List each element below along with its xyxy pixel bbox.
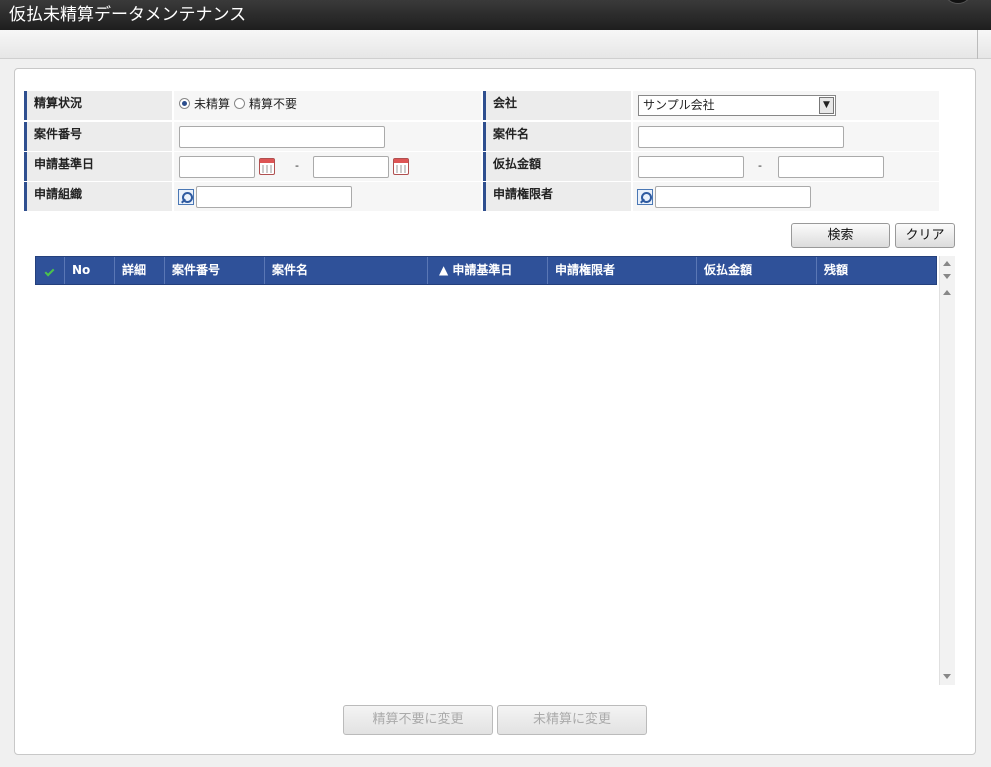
- application-authority-label: 申請権限者: [483, 182, 631, 211]
- application-org-cell: [174, 182, 481, 211]
- col-advance-amount[interactable]: 仮払金額: [697, 257, 817, 284]
- col-case-name[interactable]: 案件名: [265, 257, 428, 284]
- settlement-status-label: 精算状況: [24, 91, 172, 120]
- application-date-from-input[interactable]: [179, 156, 255, 178]
- grid-body: [35, 285, 937, 685]
- settlement-status-radios: 未精算 精算不要: [179, 95, 301, 112]
- scroll-up-icon[interactable]: [943, 261, 951, 266]
- col-case-number[interactable]: 案件番号: [165, 257, 265, 284]
- scroll-down-icon[interactable]: [943, 674, 951, 679]
- application-authority-input[interactable]: [655, 186, 811, 208]
- toolbar-divider: [977, 30, 978, 59]
- company-select[interactable]: サンプル会社 ▼: [638, 95, 836, 116]
- clear-button[interactable]: クリア: [895, 223, 955, 248]
- col-detail[interactable]: 詳細: [115, 257, 165, 284]
- grid-scrollbar[interactable]: [939, 256, 955, 685]
- case-name-input[interactable]: [638, 126, 844, 148]
- advance-amount-to-input[interactable]: [778, 156, 884, 178]
- case-number-input[interactable]: [179, 126, 385, 148]
- case-name-cell: [633, 122, 939, 151]
- case-number-cell: [174, 122, 481, 151]
- toolbar: [0, 30, 991, 59]
- form-row-1: 精算状況 未精算 精算不要 会社 サンプル会社 ▼: [24, 91, 939, 120]
- form-row-2: 案件番号 案件名: [24, 122, 939, 151]
- scroll-down-icon[interactable]: [943, 274, 951, 279]
- company-label: 会社: [483, 91, 631, 120]
- select-all-column[interactable]: [36, 257, 65, 284]
- form-row-4: 申請組織 申請権限者: [24, 182, 939, 211]
- window-titlebar: 仮払未精算データメンテナンス: [0, 0, 991, 30]
- application-org-label: 申請組織: [24, 182, 172, 211]
- col-application-date[interactable]: ▲ 申請基準日: [428, 257, 548, 284]
- search-button[interactable]: 検索: [791, 223, 890, 248]
- chevron-down-icon[interactable]: ▼: [819, 97, 834, 114]
- application-authority-cell: [633, 182, 939, 211]
- application-date-label: 申請基準日: [24, 152, 172, 181]
- case-number-label: 案件番号: [24, 122, 172, 151]
- search-icon[interactable]: [178, 189, 194, 205]
- amount-range-separator: -: [758, 159, 762, 172]
- window-title: 仮払未精算データメンテナンス: [9, 5, 247, 25]
- scroll-up-icon[interactable]: [943, 290, 951, 295]
- col-no[interactable]: No: [65, 257, 115, 284]
- advance-amount-from-input[interactable]: [638, 156, 744, 178]
- advance-amount-label: 仮払金額: [483, 152, 631, 181]
- col-application-authority[interactable]: 申請権限者: [548, 257, 697, 284]
- mark-not-needed-button[interactable]: 精算不要に変更: [343, 705, 493, 735]
- col-remaining-amount[interactable]: 残額: [817, 257, 937, 284]
- case-name-label: 案件名: [483, 122, 631, 151]
- form-row-3: 申請基準日 - 仮払金額 -: [24, 152, 939, 181]
- radio-not-needed-label[interactable]: 精算不要: [249, 95, 297, 112]
- radio-unsettled-label[interactable]: 未精算: [194, 95, 230, 112]
- calendar-icon[interactable]: [393, 158, 409, 175]
- close-control-icon[interactable]: [943, 0, 973, 4]
- check-icon[interactable]: [44, 266, 55, 277]
- grid-header: No 詳細 案件番号 案件名 ▲ 申請基準日 申請権限者 仮払金額 残額: [35, 256, 937, 285]
- application-date-to-input[interactable]: [313, 156, 389, 178]
- radio-unsettled[interactable]: [179, 98, 190, 109]
- calendar-icon[interactable]: [259, 158, 275, 175]
- application-date-cell: -: [174, 152, 481, 181]
- date-range-separator: -: [295, 159, 299, 172]
- advance-amount-cell: -: [633, 152, 939, 181]
- company-select-value: サンプル会社: [643, 98, 715, 112]
- radio-not-needed[interactable]: [234, 98, 246, 109]
- mark-unsettled-button[interactable]: 未精算に変更: [497, 705, 647, 735]
- search-icon[interactable]: [637, 189, 653, 205]
- application-org-input[interactable]: [196, 186, 352, 208]
- company-cell: サンプル会社 ▼: [633, 91, 939, 120]
- settlement-status-cell: 未精算 精算不要: [174, 91, 481, 120]
